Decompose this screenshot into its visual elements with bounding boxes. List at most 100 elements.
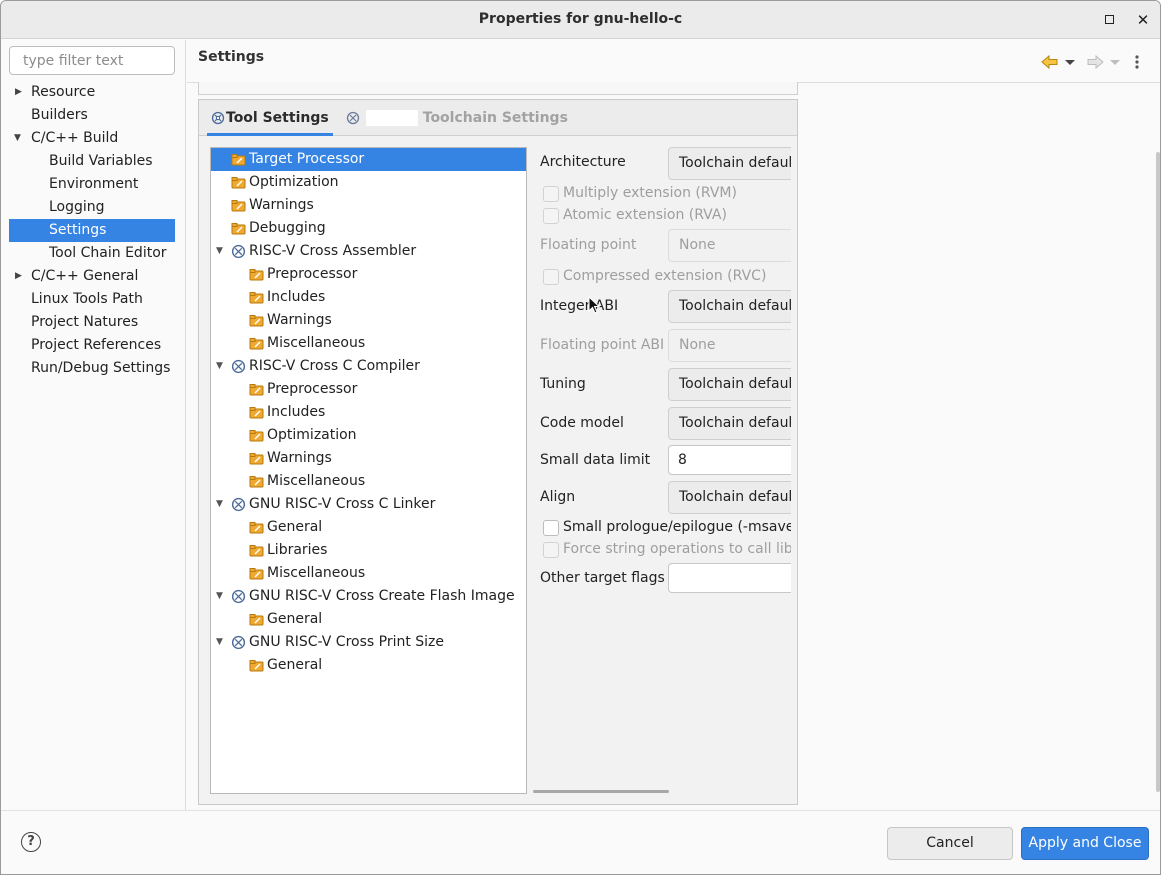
maximize-button[interactable] <box>1099 10 1119 30</box>
tree-item-label: GNU RISC-V Cross C Linker <box>249 496 436 512</box>
nav-item-label: C/C++ General <box>31 268 139 284</box>
option-category-icon <box>249 568 264 580</box>
nav-item-linux-tools-path[interactable]: Linux Tools Path <box>9 288 175 311</box>
force-string-ops-label: Force string operations to call library <box>563 541 791 557</box>
collapse-arrow-icon[interactable]: ▼ <box>216 631 228 654</box>
tool-icon <box>231 359 246 374</box>
view-menu-icon[interactable] <box>1133 52 1141 72</box>
tab-bar: Tool Settings Toolchain Settings <box>199 100 797 136</box>
option-category-icon <box>249 660 264 672</box>
option-category-icon <box>249 453 264 465</box>
apply-and-close-button[interactable]: Apply and Close <box>1021 827 1149 860</box>
force-string-ops-checkbox[interactable] <box>543 542 559 558</box>
nav-item-label: Settings <box>49 222 107 238</box>
forward-dropdown-icon[interactable] <box>1109 52 1121 72</box>
help-icon[interactable]: ? <box>21 832 41 852</box>
nav-item-resource[interactable]: ▶ Resource <box>9 81 175 104</box>
expand-arrow-icon[interactable]: ▶ <box>15 81 25 103</box>
filter-input[interactable] <box>9 46 175 75</box>
properties-dialog: Properties for gnu-hello-c ✕ ▶ Resource … <box>0 0 1161 875</box>
code-model-select[interactable]: Toolchain default <box>668 407 791 440</box>
tree-item-label: Warnings <box>267 450 332 466</box>
collapse-arrow-icon[interactable]: ▼ <box>216 585 228 608</box>
option-category-icon <box>249 384 264 396</box>
architecture-select[interactable]: Toolchain default <box>668 147 791 180</box>
other-target-flags-input[interactable] <box>668 563 791 593</box>
floating-point-select[interactable]: None <box>668 229 791 262</box>
tool-icon <box>231 635 246 650</box>
nav-item-cpp-general[interactable]: ▶ C/C++ General <box>9 265 175 288</box>
tool-tree[interactable]: Target Processor Optimization Warnings D… <box>210 147 527 794</box>
tuning-select[interactable]: Toolchain default <box>668 368 791 401</box>
nav-item-tool-chain-editor[interactable]: Tool Chain Editor <box>9 242 175 265</box>
close-icon: ✕ <box>1136 11 1150 29</box>
tree-item-label: Preprocessor <box>267 381 358 397</box>
collapse-arrow-icon[interactable]: ▼ <box>216 355 228 378</box>
floating-point-label: Floating point <box>540 237 637 253</box>
nav-item-project-natures[interactable]: Project Natures <box>9 311 175 334</box>
nav-item-builders[interactable]: Builders <box>9 104 175 127</box>
nav-item-label: Resource <box>31 84 96 100</box>
collapse-arrow-icon[interactable]: ▼ <box>216 240 228 263</box>
tree-item-label: Miscellaneous <box>267 565 366 581</box>
nav-item-label: Linux Tools Path <box>31 291 143 307</box>
page-title: Settings <box>198 49 265 65</box>
tree-item-label: Includes <box>267 404 326 420</box>
tree-item-target-processor[interactable]: Target Processor <box>211 148 526 171</box>
close-button[interactable]: ✕ <box>1133 10 1153 30</box>
nav-item-label: Logging <box>49 199 105 215</box>
align-select[interactable]: Toolchain default <box>668 481 791 514</box>
tab-label: Toolchain Settings <box>422 110 568 126</box>
tree-item-label: Miscellaneous <box>267 335 366 351</box>
tab-toolchain-settings[interactable]: Toolchain Settings <box>346 100 568 136</box>
small-data-limit-input[interactable]: 8 <box>668 445 791 475</box>
collapse-arrow-icon[interactable]: ▼ <box>14 127 24 149</box>
floating-point-abi-select[interactable]: None <box>668 329 791 362</box>
atomic-extension-label: Atomic extension (RVA) <box>563 207 727 223</box>
code-model-label: Code model <box>540 415 624 431</box>
nav-item-cpp-build[interactable]: ▼ C/C++ Build <box>9 127 175 150</box>
option-category-icon <box>249 269 264 281</box>
mouse-pointer-icon <box>588 296 600 314</box>
nav-item-logging[interactable]: Logging <box>9 196 175 219</box>
multiply-extension-checkbox[interactable] <box>543 186 559 202</box>
option-category-icon <box>249 292 264 304</box>
forward-arrow-icon[interactable] <box>1085 52 1105 72</box>
horizontal-scrollbar[interactable] <box>533 790 669 793</box>
nav-item-label: Project Natures <box>31 314 139 330</box>
small-data-limit-label: Small data limit <box>540 452 651 468</box>
option-category-icon <box>231 200 246 212</box>
atomic-extension-checkbox[interactable] <box>543 208 559 224</box>
nav-item-run-debug-settings[interactable]: Run/Debug Settings <box>9 357 175 380</box>
tree-item-label: General <box>267 657 323 673</box>
cancel-button[interactable]: Cancel <box>887 827 1013 860</box>
small-prologue-checkbox[interactable] <box>543 520 559 536</box>
nav-item-settings[interactable]: Settings <box>9 219 175 242</box>
title-bar: Properties for gnu-hello-c ✕ <box>1 1 1160 39</box>
dialog-button-bar: ? Cancel Apply and Close <box>1 810 1160 874</box>
tree-item-label: Preprocessor <box>267 266 358 282</box>
floating-point-abi-label: Floating point ABI <box>540 337 665 353</box>
tab-label: Tool Settings <box>226 110 329 126</box>
tab-tool-settings[interactable]: Tool Settings <box>207 100 333 136</box>
nav-item-build-variables[interactable]: Build Variables <box>9 150 175 173</box>
nav-item-project-references[interactable]: Project References <box>9 334 175 357</box>
gear-icon <box>211 111 225 125</box>
nav-item-environment[interactable]: Environment <box>9 173 175 196</box>
back-dropdown-icon[interactable] <box>1064 52 1076 72</box>
option-category-icon <box>249 614 264 626</box>
compressed-extension-checkbox[interactable] <box>543 269 559 285</box>
tree-item-label: Optimization <box>249 174 339 190</box>
vertical-scrollbar[interactable] <box>1156 152 1160 792</box>
expand-arrow-icon[interactable]: ▶ <box>15 265 25 287</box>
nav-item-label: Tool Chain Editor <box>49 245 167 261</box>
integer-abi-select[interactable]: Toolchain default <box>668 290 791 323</box>
nav-item-label: Run/Debug Settings <box>31 360 171 376</box>
nav-item-label: Environment <box>49 176 139 192</box>
option-category-icon <box>249 430 264 442</box>
collapse-arrow-icon[interactable]: ▼ <box>216 493 228 516</box>
configuration-panel-edge <box>198 82 798 95</box>
back-arrow-icon[interactable] <box>1040 52 1060 72</box>
tool-icon <box>231 244 246 259</box>
align-label: Align <box>540 489 576 505</box>
